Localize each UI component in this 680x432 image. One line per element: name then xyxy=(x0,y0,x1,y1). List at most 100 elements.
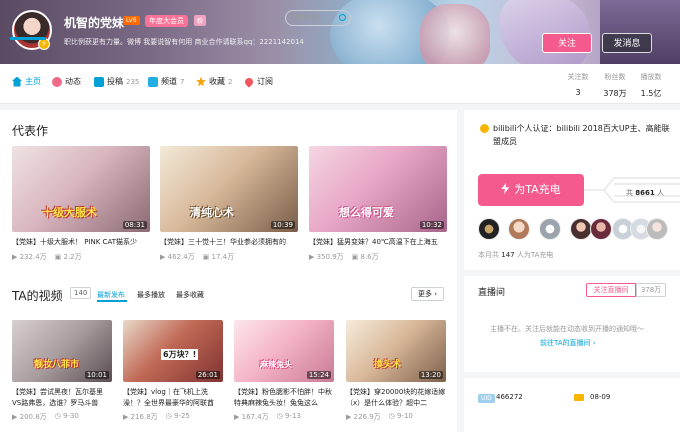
star-icon xyxy=(196,76,206,87)
video-title[interactable]: 【党妹】穿20000块的花嫁适嫁（x）是什么体验？超中二 xyxy=(346,387,446,409)
tab-dynamic[interactable]: 动态 xyxy=(52,76,81,87)
video-thumbnail[interactable]: 6万块？! 26:01 xyxy=(123,320,223,382)
play-count: ▶ 350.9万 xyxy=(309,253,344,261)
uid-badge: UID xyxy=(478,394,495,403)
active-tab-indicator xyxy=(10,37,46,40)
banner-art xyxy=(500,0,590,64)
charger-avatar[interactable] xyxy=(570,218,592,240)
more-videos-button[interactable]: 更多 › xyxy=(411,287,445,301)
video-card[interactable]: 6万块？! 26:01 【党妹】vlog｜在飞机上洗澡！？全世界最豪华的阿联酋 … xyxy=(123,320,223,422)
dynamic-icon xyxy=(52,76,62,87)
video-duration: 10:39 xyxy=(270,221,295,229)
video-title[interactable]: 【党妹】尝试黑夜！瓦尔基里VS路弗恩，选谁？罗马斗兽 xyxy=(12,387,112,409)
birthday-value: 08-09 xyxy=(590,393,611,401)
video-card[interactable]: 靓妆八菲市 10:01 【党妹】尝试黑夜！瓦尔基里VS路弗恩，选谁？罗马斗兽 ▶… xyxy=(12,320,112,422)
tab-home[interactable]: 主页 xyxy=(12,76,41,87)
video-duration: 13:20 xyxy=(418,371,443,379)
masterpiece-video-card[interactable]: 十级大服术 08:31 【党妹】十级大服术！ PINK CAT猫系少 ▶ 232… xyxy=(12,146,150,262)
video-title[interactable]: 【党妹】vlog｜在飞机上洗澡！？全世界最豪华的阿联酋 xyxy=(123,387,223,409)
video-duration: 10:32 xyxy=(419,221,444,229)
play-count: ▶ 216.8万 xyxy=(123,413,158,421)
charge-button[interactable]: 为TA充电 xyxy=(478,174,584,206)
certification-text: bilibili个人认证：bilibili 2018百大UP主、高能联盟成员 xyxy=(493,124,670,146)
video-title[interactable]: 【党妹】粉色腮影不怕胖！中秋特典麻辣兔头妆！兔兔这么 xyxy=(234,387,334,409)
charger-avatar[interactable] xyxy=(508,218,530,240)
stat-plays: 播放数 1.5亿 xyxy=(640,73,662,98)
video-title[interactable]: 【党妹】猛男变妹？40℃高温下在上海五 xyxy=(309,237,447,247)
tab-favorites[interactable]: 收藏 2 xyxy=(196,76,232,87)
like-count: ▣ 17.4万 xyxy=(202,253,235,261)
uploads-icon xyxy=(94,76,104,87)
tab-subscriptions[interactable]: 订阅 xyxy=(243,75,273,88)
banner-art xyxy=(420,4,490,64)
banner-art xyxy=(600,0,680,64)
live-offline-message: 主播不在。关注后就能在动态收到开播的通知哦～ xyxy=(490,325,644,333)
video-card[interactable]: 麻辣兔头 15:24 【党妹】粉色腮影不怕胖！中秋特典麻辣兔头妆！兔兔这么 ▶ … xyxy=(234,320,334,422)
play-count: ▶ 167.4万 xyxy=(234,413,269,421)
video-count-badge: 140 xyxy=(70,287,92,299)
charger-avatar[interactable] xyxy=(590,218,612,240)
sort-tab-most-favorited[interactable]: 最多收藏 xyxy=(176,290,204,300)
stat-fans[interactable]: 粉丝数 378万 xyxy=(595,72,635,99)
video-duration: 08:31 xyxy=(122,221,147,229)
monthly-charge-text: 本月共 147 人为TA充电 xyxy=(478,251,554,259)
verified-icon xyxy=(480,124,489,133)
play-count: ▶ 462.4万 xyxy=(160,253,195,261)
home-icon xyxy=(12,76,22,87)
channel-icon xyxy=(148,76,158,87)
level-badge: LV6 xyxy=(123,16,140,25)
video-card[interactable]: 換头术 13:20 【党妹】穿20000块的花嫁适嫁（x）是什么体验？超中二 ▶… xyxy=(346,320,446,422)
video-duration: 26:01 xyxy=(195,371,220,379)
go-live-room-link[interactable]: 前往TA的直播间 › xyxy=(540,338,596,348)
video-thumbnail[interactable]: 麻辣兔头 15:24 xyxy=(234,320,334,382)
play-count: ▶ 232.4万 xyxy=(12,253,47,261)
live-fans-count: 378万 xyxy=(636,283,666,297)
send-message-button[interactable]: 发消息 xyxy=(602,33,652,53)
tab-uploads[interactable]: 投稿 235 xyxy=(94,76,139,87)
heart-icon xyxy=(243,75,255,88)
video-duration: 15:24 xyxy=(306,371,331,379)
thumbnail-caption: 換头术 xyxy=(374,360,402,370)
charger-avatar[interactable] xyxy=(478,218,500,240)
video-thumbnail[interactable]: 十级大服术 08:31 xyxy=(12,146,150,232)
user-info-panel xyxy=(464,378,680,432)
sort-tab-most-played[interactable]: 最多播放 xyxy=(137,290,165,300)
thumbnail-caption: 6万块？! xyxy=(161,349,199,360)
video-title[interactable]: 【党妹】三十觉十三！华业参必须拥有的 xyxy=(160,237,298,247)
video-thumbnail[interactable]: 換头术 13:20 xyxy=(346,320,446,382)
upload-date: ◷ 9-25 xyxy=(165,412,190,420)
video-duration: 10:01 xyxy=(84,371,109,379)
charge-total: 共 8661 人 xyxy=(626,189,664,197)
thumbnail-caption: 想么得可爱 xyxy=(339,206,394,219)
sort-tab-indicator xyxy=(97,300,127,302)
lightning-icon xyxy=(501,183,510,194)
follow-live-button[interactable]: 关注直播间 xyxy=(586,283,636,297)
upload-date: ◷ 9-10 xyxy=(388,412,413,420)
like-count: ▣ 2.2万 xyxy=(54,253,82,261)
masterpiece-video-card[interactable]: 想么得可爱 10:32 【党妹】猛男变妹？40℃高温下在上海五 ▶ 350.9万… xyxy=(309,146,447,262)
video-thumbnail[interactable]: 清纯心术 10:39 xyxy=(160,146,298,232)
play-count: ▶ 226.9万 xyxy=(346,413,381,421)
thumbnail-caption: 靓妆八菲市 xyxy=(34,360,80,370)
like-count: ▣ 8.6万 xyxy=(351,253,379,261)
uid-value: 466272 xyxy=(496,393,523,401)
masterpiece-video-card[interactable]: 清纯心术 10:39 【党妹】三十觉十三！华业参必须拥有的 ▶ 462.4万 ▣… xyxy=(160,146,298,262)
tab-channels[interactable]: 频道 7 xyxy=(148,76,184,87)
vip-badge[interactable]: 年度大会员 xyxy=(145,15,188,27)
play-count: ▶ 200.8万 xyxy=(12,413,47,421)
video-thumbnail[interactable]: 想么得可爱 10:32 xyxy=(309,146,447,232)
search-icon[interactable] xyxy=(339,14,346,21)
sort-tab-latest[interactable]: 最新发布 xyxy=(97,290,125,300)
video-title[interactable]: 【党妹】十级大服术！ PINK CAT猫系少 xyxy=(12,237,150,247)
videos-title: TA的视频 xyxy=(12,289,63,303)
video-thumbnail[interactable]: 靓妆八菲市 10:01 xyxy=(12,320,112,382)
thumbnail-caption: 麻辣兔头 xyxy=(260,360,292,369)
signature: 职比例获更有力量。微博 我要说智有何用 商业合作请联系qq：2221142014 xyxy=(64,38,304,46)
stat-following[interactable]: 关注数 3 xyxy=(558,72,598,97)
username: 机智的党妹 xyxy=(64,16,125,30)
follow-button[interactable]: 关注 xyxy=(542,33,592,53)
live-room-title: 直播间 xyxy=(478,288,506,298)
birthday-icon xyxy=(574,394,584,401)
charger-avatar[interactable] xyxy=(646,218,668,240)
charger-avatar[interactable] xyxy=(539,218,561,240)
